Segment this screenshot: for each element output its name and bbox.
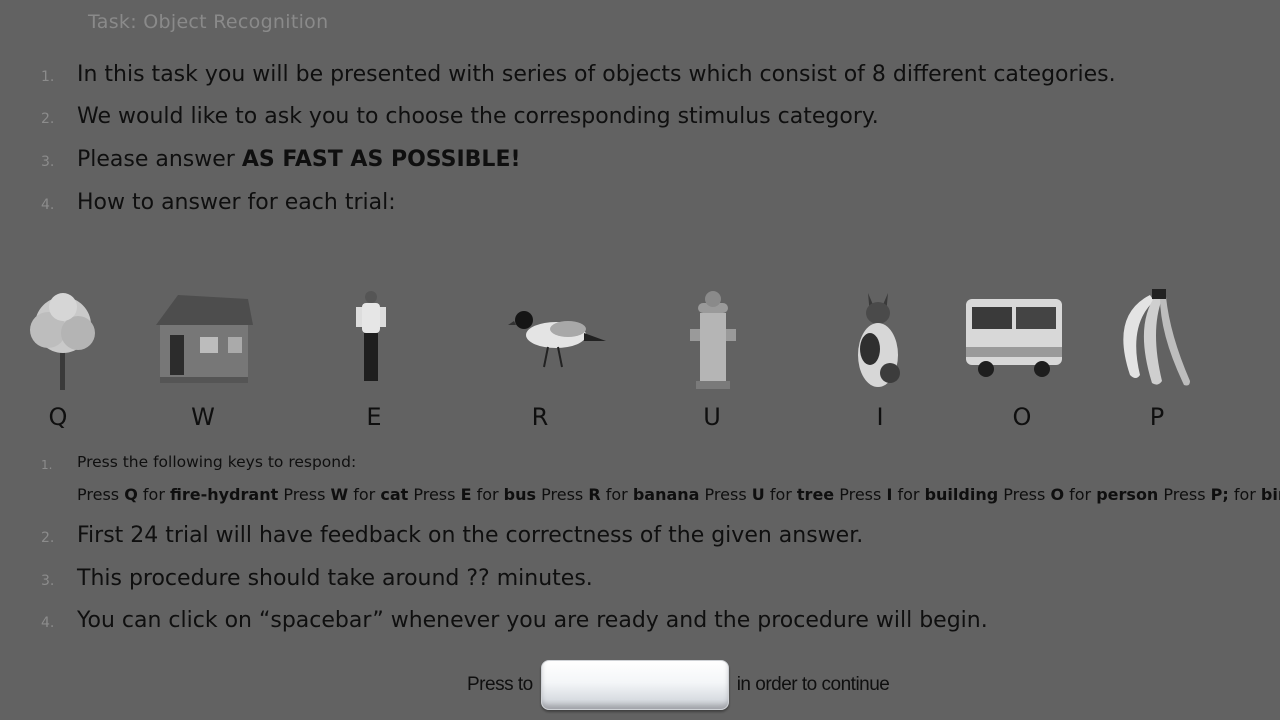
mapping-for-text: for [137, 485, 170, 504]
list-number: 2. [41, 530, 55, 546]
list-number: 2. [41, 111, 55, 127]
key-label-i: I [876, 403, 884, 431]
mapping-label: fire-hydrant [169, 485, 279, 504]
building-icon [148, 285, 258, 395]
instruction-text: You can click on “spacebar” whenever you… [77, 608, 988, 633]
list-number: 1. [41, 69, 55, 85]
instruction-text: How to answer for each trial: [77, 190, 396, 215]
tree-icon [8, 285, 118, 395]
mapping-key: P; [1210, 485, 1229, 504]
mapping-press-text: Press [408, 485, 461, 504]
instruction-emphasis: AS FAST AS POSSIBLE! [241, 147, 521, 172]
mapping-label: cat [380, 485, 409, 504]
fire-hydrant-icon [658, 285, 768, 395]
list-number: 1. [41, 458, 53, 472]
mapping-for-text: for [1064, 485, 1097, 504]
instruction-text: First 24 trial will have feedback on the… [77, 523, 864, 548]
key-mapping-line: Press Q for fire-hydrant Press W for cat… [77, 485, 1280, 504]
mapping-press-text: Press [536, 485, 589, 504]
continue-text-before: Press to [467, 674, 533, 695]
banana-icon [1100, 285, 1210, 395]
continue-prompt: Press to in order to continue [467, 660, 890, 710]
mapping-label: bird [1260, 485, 1280, 504]
mapping-press-text: Press [699, 485, 752, 504]
key-label-u: U [703, 403, 721, 431]
key-label-e: E [366, 403, 382, 431]
instruction-text: Please answer AS FAST AS POSSIBLE! [77, 147, 521, 172]
mapping-key: U [751, 485, 765, 504]
mapping-press-text: Press [77, 485, 125, 504]
mapping-for-text: for [600, 485, 633, 504]
continue-text-after: in order to continue [736, 674, 890, 695]
cat-icon [824, 285, 934, 395]
mapping-for-text: for [471, 485, 504, 504]
list-number: 3. [41, 154, 55, 170]
mapping-key: W [330, 485, 349, 504]
spacebar-key-icon[interactable] [540, 660, 729, 710]
mapping-key: R [588, 485, 601, 504]
bird-icon [500, 285, 610, 395]
mapping-press-text: Press [1158, 485, 1211, 504]
key-label-p: P [1149, 403, 1165, 431]
mapping-key: Q [124, 485, 138, 504]
mapping-label: banana [632, 485, 700, 504]
list-number: 4. [41, 197, 55, 213]
key-label-q: Q [48, 403, 68, 431]
instruction-text: This procedure should take around ?? min… [77, 566, 593, 591]
mapping-for-text: for [892, 485, 925, 504]
bus-icon [960, 285, 1070, 395]
page-title: Task: Object Recognition [88, 11, 329, 33]
respond-instruction: Press the following keys to respond: [77, 453, 357, 471]
key-label-w: W [191, 403, 215, 431]
mapping-key: E [460, 485, 472, 504]
mapping-label: tree [796, 485, 835, 504]
instruction-text: In this task you will be presented with … [77, 62, 1116, 87]
list-number: 3. [41, 573, 55, 589]
mapping-press-text: Press [278, 485, 331, 504]
mapping-label: building [924, 485, 999, 504]
person-icon [318, 285, 428, 395]
mapping-label: bus [503, 485, 537, 504]
mapping-key: O [1050, 485, 1065, 504]
mapping-for-text: for [348, 485, 381, 504]
mapping-for-text: for [1228, 485, 1261, 504]
key-label-o: O [1012, 403, 1032, 431]
mapping-for-text: for [764, 485, 797, 504]
key-label-r: R [531, 403, 549, 431]
mapping-press-text: Press [834, 485, 887, 504]
instruction-text: We would like to ask you to choose the c… [77, 104, 879, 129]
list-number: 4. [41, 615, 55, 631]
mapping-label: person [1096, 485, 1159, 504]
mapping-press-text: Press [998, 485, 1051, 504]
instruction-prefix: Please answer [77, 147, 242, 172]
